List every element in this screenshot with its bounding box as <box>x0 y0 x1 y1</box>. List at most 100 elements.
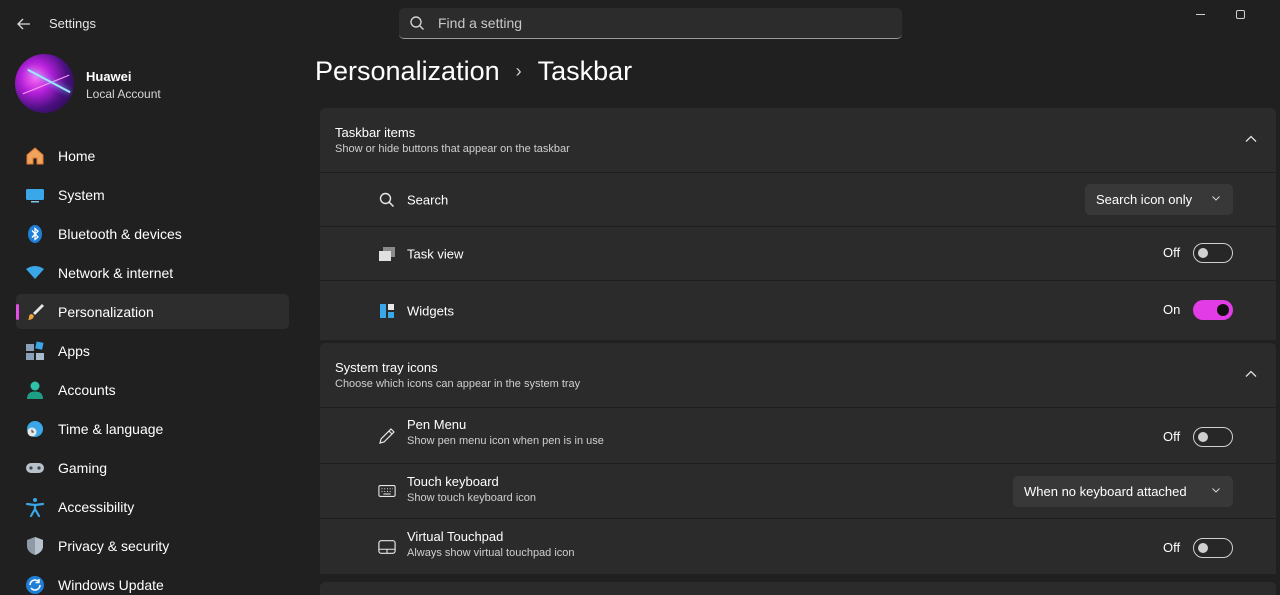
minimize-icon <box>1195 13 1205 15</box>
sidebar-item-label: Accessibility <box>58 498 135 515</box>
back-arrow-icon[interactable] <box>12 12 36 36</box>
sidebar-item-accounts[interactable]: Accounts <box>16 372 289 407</box>
task-view-row: Task view Off <box>320 226 1276 280</box>
sidebar-item-home[interactable]: Home <box>16 138 289 173</box>
pen-menu-description: Show pen menu icon when pen is in use <box>407 435 604 447</box>
section-subtitle: Choose which icons can appear in the sys… <box>335 378 581 390</box>
sidebar-item-personalization[interactable]: Personalization <box>16 294 289 329</box>
next-section-card[interactable] <box>320 582 1276 595</box>
sidebar-item-label: Bluetooth & devices <box>58 225 182 242</box>
section-subtitle: Show or hide buttons that appear on the … <box>335 143 570 155</box>
update-icon <box>24 574 46 595</box>
restore-icon <box>1235 9 1245 19</box>
pen-icon <box>378 427 396 445</box>
sidebar-item-label: Accounts <box>58 381 116 398</box>
widgets-toggle[interactable] <box>1193 300 1233 320</box>
touch-keyboard-dropdown[interactable]: When no keyboard attached <box>1013 476 1233 507</box>
sidebar-item-privacy[interactable]: Privacy & security <box>16 528 289 563</box>
sidebar-item-label: Windows Update <box>58 576 164 593</box>
task-view-label: Task view <box>407 246 464 261</box>
sidebar-item-time-language[interactable]: Time & language <box>16 411 289 446</box>
sidebar-item-label: Network & internet <box>58 264 174 281</box>
sidebar-item-system[interactable]: System <box>16 177 289 212</box>
sidebar-item-label: Personalization <box>58 303 154 320</box>
gamepad-icon <box>24 457 46 479</box>
sidebar-item-label: Gaming <box>58 459 108 476</box>
virtual-touchpad-row: Virtual Touchpad Always show virtual tou… <box>320 518 1276 574</box>
search-mode-value: Search icon only <box>1096 192 1193 207</box>
page-title: Taskbar <box>537 56 633 86</box>
section-title: System tray icons <box>335 360 438 375</box>
brush-icon <box>24 301 46 323</box>
task-view-toggle[interactable] <box>1193 243 1233 263</box>
virtual-touchpad-state: Off <box>1163 540 1181 555</box>
search-icon <box>410 16 424 30</box>
widgets-label: Widgets <box>407 303 454 318</box>
toggle-knob <box>1217 304 1229 316</box>
pen-menu-row: Pen Menu Show pen menu icon when pen is … <box>320 407 1276 463</box>
touch-keyboard-value: When no keyboard attached <box>1024 484 1187 499</box>
touch-keyboard-row: Touch keyboard Show touch keyboard icon … <box>320 463 1276 518</box>
virtual-touchpad-label: Virtual Touchpad <box>407 529 504 544</box>
search-row: Search Search icon only <box>320 172 1276 226</box>
system-icon <box>24 184 46 206</box>
toggle-knob <box>1198 543 1208 553</box>
avatar[interactable] <box>15 54 74 113</box>
sidebar-item-label: Time & language <box>58 420 164 437</box>
virtual-touchpad-toggle[interactable] <box>1193 538 1233 558</box>
globe-clock-icon <box>24 418 46 440</box>
pen-menu-toggle[interactable] <box>1193 427 1233 447</box>
chevron-up-icon[interactable] <box>1244 367 1258 381</box>
toggle-knob <box>1198 432 1208 442</box>
sidebar-item-windows-update[interactable]: Windows Update <box>16 567 289 595</box>
title-bar: Settings <box>0 0 1280 46</box>
shield-icon <box>24 535 46 557</box>
profile-name: Huawei <box>86 69 132 84</box>
profile-account-type: Local Account <box>86 87 161 101</box>
pen-menu-label: Pen Menu <box>407 417 467 432</box>
sidebar-item-bluetooth[interactable]: Bluetooth & devices <box>16 216 289 251</box>
accounts-icon <box>24 379 46 401</box>
chevron-down-icon <box>1212 196 1220 201</box>
bluetooth-icon <box>24 223 46 245</box>
section-title: Taskbar items <box>335 125 416 140</box>
breadcrumb: Personalization › Taskbar <box>315 56 632 87</box>
sidebar-item-accessibility[interactable]: Accessibility <box>16 489 289 524</box>
wifi-icon <box>24 262 46 284</box>
search-input[interactable] <box>438 15 878 31</box>
keyboard-icon <box>378 482 396 500</box>
taskbar-items-card: Taskbar items Show or hide buttons that … <box>320 108 1276 340</box>
virtual-touchpad-description: Always show virtual touchpad icon <box>407 547 575 559</box>
system-tray-card: System tray icons Choose which icons can… <box>320 343 1276 574</box>
sidebar-item-network[interactable]: Network & internet <box>16 255 289 290</box>
accessibility-icon <box>24 496 46 518</box>
search-label: Search <box>407 192 449 207</box>
pen-menu-state: Off <box>1163 429 1181 444</box>
sidebar-item-label: System <box>58 186 105 203</box>
home-icon <box>24 145 46 167</box>
app-title: Settings <box>49 16 96 31</box>
sidebar-item-label: Home <box>58 147 96 164</box>
search-mode-dropdown[interactable]: Search icon only <box>1085 184 1233 215</box>
search-icon <box>378 191 396 209</box>
breadcrumb-parent[interactable]: Personalization <box>315 56 500 87</box>
chevron-up-icon[interactable] <box>1244 132 1258 146</box>
sidebar-nav: Home System Bluetooth & devices Network … <box>16 138 289 595</box>
widgets-state: On <box>1163 302 1181 317</box>
touchpad-icon <box>378 538 396 556</box>
toggle-knob <box>1198 248 1208 258</box>
task-view-state: Off <box>1163 245 1181 260</box>
widgets-icon <box>378 302 396 320</box>
sidebar-item-gaming[interactable]: Gaming <box>16 450 289 485</box>
maximize-button[interactable] <box>1230 6 1250 22</box>
sidebar-item-apps[interactable]: Apps <box>16 333 289 368</box>
search-box[interactable] <box>399 8 902 39</box>
system-tray-header[interactable]: System tray icons Choose which icons can… <box>320 343 1276 407</box>
taskbar-items-header[interactable]: Taskbar items Show or hide buttons that … <box>320 108 1276 172</box>
sidebar-item-label: Privacy & security <box>58 537 170 554</box>
widgets-row: Widgets On <box>320 280 1276 340</box>
minimize-button[interactable] <box>1190 6 1210 22</box>
task-view-icon <box>378 245 396 263</box>
apps-icon <box>24 340 46 362</box>
breadcrumb-separator: › <box>515 61 522 81</box>
